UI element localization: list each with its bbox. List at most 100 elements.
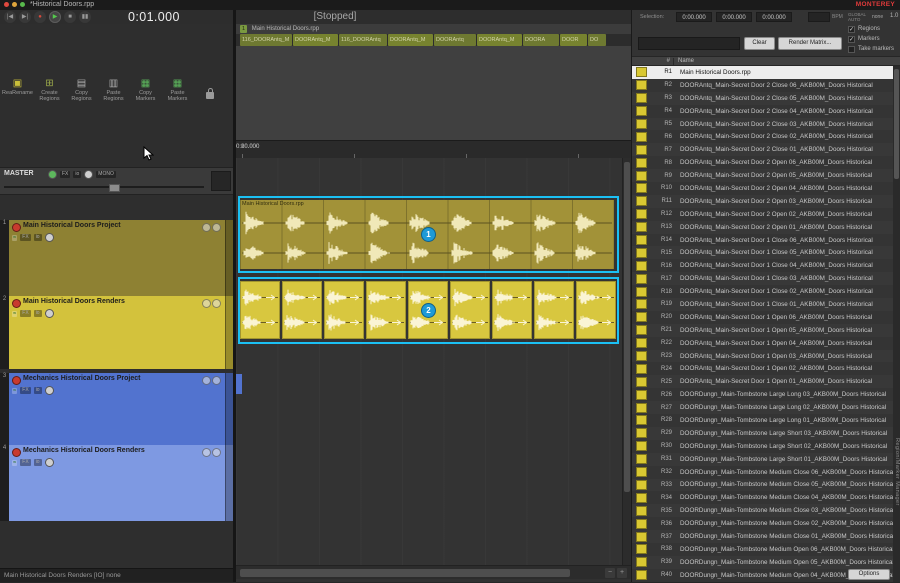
region-color-swatch[interactable] [636, 351, 647, 361]
track-io-button[interactable]: io [34, 459, 42, 466]
track-name[interactable]: Main Historical Doors Renders [23, 298, 125, 305]
mute-button[interactable] [212, 448, 221, 457]
region-color-swatch[interactable] [636, 248, 647, 258]
checkbox-icon[interactable]: ✓ [848, 36, 855, 43]
region-row[interactable]: R28 DOORDungn_Main-Tombstone Large Long … [632, 414, 894, 427]
region-row[interactable]: R24 DOORAntq_Main-Secret Door 1 Open 02_… [632, 362, 894, 375]
close-window-icon[interactable] [4, 2, 9, 7]
region-color-swatch[interactable] [636, 557, 647, 567]
lock-icon[interactable] [206, 84, 214, 99]
region-row[interactable]: R26 DOORDungn_Main-Tombstone Large Long … [632, 388, 894, 401]
region-color-swatch[interactable] [636, 467, 647, 477]
region-row[interactable]: R16 DOORAntq_Main-Secret Door 1 Close 04… [632, 259, 894, 272]
region-row[interactable]: R1 Main Historical Doors.rpp [632, 66, 894, 79]
checkbox-icon[interactable]: ✓ [848, 46, 855, 53]
filter-checkbox[interactable]: ✓ Regions [848, 24, 894, 34]
region-color-swatch[interactable] [636, 274, 647, 284]
zoom-out-button[interactable]: − [605, 568, 615, 578]
region-row[interactable]: R5 DOORAntq_Main-Secret Door 2 Close 03_… [632, 118, 894, 131]
envelope-icon[interactable]: ≈ [12, 235, 17, 241]
arrange-body[interactable]: Main Historical Doors.rpp 1 2 [236, 158, 622, 565]
transport-button[interactable]: ▮▮ [79, 11, 91, 23]
solo-button[interactable] [202, 448, 211, 457]
region-block[interactable]: DOORAntq_M [388, 34, 433, 46]
track-pan-knob[interactable] [45, 309, 54, 318]
mute-button[interactable] [212, 376, 221, 385]
track-panel[interactable]: 1 Main Historical Doors Project ≈ FX io [0, 220, 233, 296]
region-row[interactable]: R12 DOORAntq_Main-Secret Door 2 Open 02_… [632, 208, 894, 221]
region-block[interactable]: DOORA [523, 34, 559, 46]
track-io-button[interactable]: io [34, 310, 42, 317]
region-color-swatch[interactable] [636, 506, 647, 516]
region-color-swatch[interactable] [636, 235, 647, 245]
region-color-swatch[interactable] [636, 261, 647, 271]
region-color-swatch[interactable] [636, 299, 647, 309]
region-row[interactable]: R10 DOORAntq_Main-Secret Door 2 Open 04_… [632, 182, 894, 195]
region-row[interactable]: R17 DOORAntq_Main-Secret Door 1 Close 03… [632, 272, 894, 285]
envelope-icon[interactable]: ≈ [12, 460, 17, 466]
toolbar-button[interactable]: ▣ ReaRename [2, 78, 33, 118]
region-color-swatch[interactable] [636, 119, 647, 129]
record-arm-button[interactable] [12, 448, 21, 457]
media-item-partial[interactable] [236, 374, 242, 394]
region-row[interactable]: R27 DOORDungn_Main-Tombstone Large Long … [632, 401, 894, 414]
global-auto-value[interactable]: none [872, 14, 883, 20]
master-mono-button[interactable]: MONO [96, 171, 116, 178]
region-color-swatch[interactable] [636, 377, 647, 387]
region-lane[interactable]: 116_DOORAntq_M DOORAntq_M 116_DOORAntq D… [236, 34, 631, 46]
region-color-swatch[interactable] [636, 570, 647, 580]
track-name[interactable]: Mechanics Historical Doors Project [23, 375, 140, 382]
region-color-swatch[interactable] [636, 325, 647, 335]
region-row[interactable]: R20 DOORAntq_Main-Secret Door 1 Open 06_… [632, 311, 894, 324]
track-panel[interactable]: 2 Main Historical Doors Renders ≈ FX io [0, 296, 233, 369]
master-mute-button[interactable] [84, 170, 93, 179]
transport-button[interactable]: ▶| [19, 11, 31, 23]
region-row[interactable]: R31 DOORDungn_Main-Tombstone Large Short… [632, 453, 894, 466]
region-color-swatch[interactable] [636, 196, 647, 206]
solo-button[interactable] [202, 376, 211, 385]
record-arm-button[interactable] [12, 376, 21, 385]
region-color-swatch[interactable] [636, 454, 647, 464]
region-color-swatch[interactable] [636, 67, 647, 77]
region-color-swatch[interactable] [636, 428, 647, 438]
scrollbar-thumb[interactable] [894, 69, 899, 179]
region-block[interactable]: 116_DOORAntq [339, 34, 387, 46]
region-color-swatch[interactable] [636, 287, 647, 297]
region-color-swatch[interactable] [636, 145, 647, 155]
region-row[interactable]: R33 DOORDungn_Main-Tombstone Medium Clos… [632, 479, 894, 492]
region-color-swatch[interactable] [636, 93, 647, 103]
track-fx-button[interactable]: FX [20, 234, 30, 241]
region-color-swatch[interactable] [636, 183, 647, 193]
master-io-button[interactable]: io [73, 171, 81, 178]
region-row[interactable]: R35 DOORDungn_Main-Tombstone Medium Clos… [632, 504, 894, 517]
region-row[interactable]: R4 DOORAntq_Main-Secret Door 2 Close 04_… [632, 105, 894, 118]
region-color-swatch[interactable] [636, 222, 647, 232]
transport-button[interactable]: |◀ [4, 11, 16, 23]
region-color-swatch[interactable] [636, 364, 647, 374]
region-row[interactable]: R18 DOORAntq_Main-Secret Door 1 Close 02… [632, 285, 894, 298]
region-color-swatch[interactable] [636, 106, 647, 116]
region-row[interactable]: R25 DOORAntq_Main-Secret Door 1 Open 01_… [632, 375, 894, 388]
region-row[interactable]: R8 DOORAntq_Main-Secret Door 2 Open 06_A… [632, 156, 894, 169]
region-row[interactable]: R32 DOORDungn_Main-Tombstone Medium Clos… [632, 466, 894, 479]
track-pan-knob[interactable] [45, 458, 54, 467]
region-color-swatch[interactable] [636, 480, 647, 490]
track1-lane[interactable]: Main Historical Doors.rpp 1 [236, 196, 622, 273]
region-row[interactable]: R22 DOORAntq_Main-Secret Door 1 Open 04_… [632, 337, 894, 350]
region-color-swatch[interactable] [636, 158, 647, 168]
toolbar-button[interactable]: ▥ Paste Regions [98, 78, 129, 118]
options-button[interactable]: Options [848, 569, 890, 580]
toolbar-button[interactable]: ▦ Paste Markers [162, 78, 193, 118]
region-block[interactable]: 116_DOORAntq_M [240, 34, 292, 46]
track-name[interactable]: Mechanics Historical Doors Renders [23, 447, 145, 454]
toolbar-button[interactable]: ▦ Copy Markers [130, 78, 161, 118]
column-header-name[interactable]: Name [678, 57, 694, 66]
record-arm-button[interactable] [12, 299, 21, 308]
region-row[interactable]: R39 DOORDungn_Main-Tombstone Medium Open… [632, 556, 894, 569]
region-color-swatch[interactable] [636, 519, 647, 529]
solo-button[interactable] [202, 223, 211, 232]
bpm-field[interactable] [808, 12, 830, 22]
mute-button[interactable] [212, 223, 221, 232]
zoom-in-button[interactable]: + [617, 568, 627, 578]
region-row[interactable]: R37 DOORDungn_Main-Tombstone Medium Clos… [632, 530, 894, 543]
